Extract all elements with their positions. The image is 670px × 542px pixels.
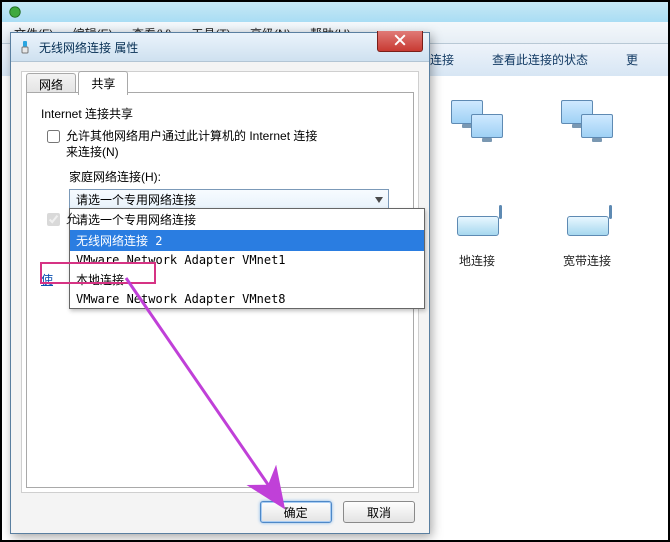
dropdown-option[interactable]: VMware Network Adapter VMnet1 bbox=[70, 251, 424, 269]
properties-dialog: 无线网络连接 属性 网络 共享 Internet 连接共享 允许其他网络用户通过… bbox=[10, 32, 430, 534]
allow-sharing-label: 允许其他网络用户通过此计算机的 Internet 连接 来连接(N) bbox=[66, 128, 317, 160]
ics-help-link[interactable]: 使 bbox=[41, 273, 53, 287]
close-icon bbox=[394, 34, 406, 49]
dialog-titlebar[interactable]: 无线网络连接 属性 bbox=[11, 33, 429, 62]
combo-value: 请选一个专用网络连接 bbox=[76, 191, 196, 208]
home-connection-label: 家庭网络连接(H): bbox=[69, 168, 399, 185]
group-title: Internet 连接共享 bbox=[41, 105, 399, 122]
cmd-more[interactable]: 更 bbox=[616, 49, 648, 71]
allow-control-label: 允 bbox=[66, 211, 78, 227]
allow-control-checkbox bbox=[47, 213, 60, 226]
tab-panel-sharing: Internet 连接共享 允许其他网络用户通过此计算机的 Internet 连… bbox=[26, 92, 414, 488]
connection-item[interactable] bbox=[542, 96, 632, 162]
connection-item[interactable]: 地连接 bbox=[432, 186, 522, 269]
home-connection-combo[interactable]: 请选一个专用网络连接 bbox=[69, 189, 389, 209]
dialog-buttons: 确定 取消 bbox=[252, 501, 415, 523]
connection-item[interactable]: 无 bbox=[652, 186, 670, 269]
system-icon bbox=[8, 5, 22, 19]
connection-label: 无 bbox=[652, 252, 670, 269]
modem-icon bbox=[557, 186, 617, 246]
chevron-down-icon bbox=[371, 192, 386, 207]
connection-label: 宽带连接 bbox=[542, 252, 632, 269]
close-button[interactable] bbox=[377, 31, 423, 52]
wifi-icon bbox=[17, 39, 33, 55]
tab-sharing[interactable]: 共享 bbox=[78, 71, 128, 95]
connection-item[interactable] bbox=[652, 96, 670, 162]
network-icon bbox=[557, 96, 617, 156]
cmd-view-status[interactable]: 查看此连接的状态 bbox=[482, 49, 598, 71]
window-frame-top bbox=[2, 2, 668, 23]
connection-label: 地连接 bbox=[432, 252, 522, 269]
connection-item[interactable]: 宽带连接 bbox=[542, 186, 632, 269]
dropdown-option[interactable]: VMware Network Adapter VMnet8 bbox=[70, 290, 424, 308]
dropdown-option-selected[interactable]: 无线网络连接 2 bbox=[70, 230, 424, 251]
cancel-button[interactable]: 取消 bbox=[343, 501, 415, 523]
tab-strip: 网络 共享 bbox=[26, 70, 127, 92]
ok-button[interactable]: 确定 bbox=[260, 501, 332, 523]
network-icon bbox=[447, 96, 507, 156]
dropdown-option[interactable]: 本地连接 bbox=[70, 269, 424, 290]
modem-icon bbox=[447, 186, 507, 246]
dialog-body: 网络 共享 Internet 连接共享 允许其他网络用户通过此计算机的 Inte… bbox=[21, 71, 419, 493]
allow-sharing-checkbox[interactable] bbox=[47, 130, 60, 143]
dialog-title: 无线网络连接 属性 bbox=[39, 39, 138, 56]
connection-item[interactable] bbox=[432, 96, 522, 162]
